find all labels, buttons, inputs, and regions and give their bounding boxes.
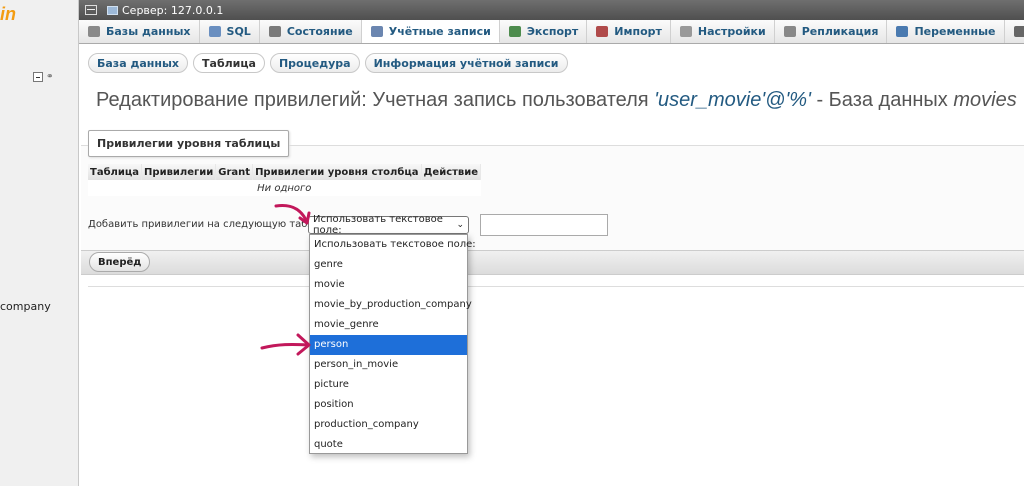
sql-icon bbox=[208, 26, 221, 37]
dropdown-option[interactable]: genre bbox=[310, 255, 467, 275]
account-name[interactable]: 'user_movie'@'%' bbox=[654, 89, 811, 111]
variables-icon bbox=[896, 26, 909, 37]
tab-sql[interactable]: SQL bbox=[200, 20, 260, 43]
server-label[interactable]: Сервер: 127.0.0.1 bbox=[122, 4, 223, 17]
tab-label: Настройки bbox=[697, 25, 766, 38]
import-icon bbox=[596, 26, 609, 37]
page-title: Редактирование привилегий: Учетная запис… bbox=[96, 89, 1017, 112]
dropdown-option[interactable]: person_in_movie bbox=[310, 355, 467, 375]
databases-icon bbox=[88, 26, 100, 37]
table-name-input[interactable] bbox=[480, 214, 608, 236]
empty-table-message: Ни одного bbox=[88, 180, 481, 196]
settings-wrench-icon bbox=[679, 26, 692, 37]
server-breadcrumb-bar: Сервер: 127.0.0.1 bbox=[79, 0, 1024, 20]
minimize-icon[interactable] bbox=[85, 5, 97, 15]
page: in ⚭ company Сервер: 127.0.0.1 Базы данн… bbox=[0, 0, 1024, 486]
subtab-2[interactable]: Процедура bbox=[269, 53, 360, 73]
dropdown-option[interactable]: movie_by_production_company bbox=[310, 295, 472, 315]
go-button[interactable]: Вперёд bbox=[89, 252, 151, 272]
dropdown-option[interactable]: position bbox=[310, 395, 467, 415]
tab-label: Переменные bbox=[914, 25, 996, 38]
tab-settings-wrench[interactable]: Настройки bbox=[671, 20, 775, 43]
left-navigation-panel: in ⚭ company bbox=[0, 0, 79, 486]
link-chain-icon[interactable]: ⚭ bbox=[46, 72, 54, 82]
app-logo[interactable]: in bbox=[0, 4, 16, 25]
tab-label: Импорт bbox=[614, 25, 662, 38]
server-icon bbox=[107, 5, 118, 15]
tab-label: SQL bbox=[226, 25, 251, 38]
fieldset-legend: Привилегии уровня таблицы bbox=[88, 130, 290, 157]
table-row: Ни одного bbox=[88, 180, 481, 196]
column-header[interactable]: Grant bbox=[215, 164, 254, 180]
annotation-arrow-icon bbox=[260, 333, 311, 356]
column-header[interactable]: Привилегии bbox=[141, 164, 217, 180]
dropdown-option[interactable]: Использовать текстовое поле: bbox=[310, 235, 476, 255]
database-name: movies bbox=[953, 89, 1017, 111]
divider bbox=[88, 286, 1024, 287]
tab-label: Учётные записи bbox=[388, 24, 491, 38]
privileges-table: Таблица Привилегии Grant Привилегии уровня … bbox=[88, 164, 482, 196]
tab-status[interactable]: Состояние bbox=[260, 20, 362, 43]
column-header[interactable]: Привилегии уровня столбца bbox=[252, 164, 422, 180]
table-select-dropdown: Использовать текстовое поле: genre movie mo… bbox=[309, 234, 476, 455]
page-title-prefix: Редактирование привилегий: Учетная запис… bbox=[96, 89, 655, 111]
tab-users[interactable]: Учётные записи bbox=[361, 20, 500, 43]
table-select[interactable]: Использовать текстовое поле: ⌄ bbox=[308, 214, 469, 236]
tab-label: Базы данных bbox=[106, 25, 191, 38]
table-select-value: Использовать текстовое поле: bbox=[313, 214, 443, 236]
form-footer bbox=[81, 250, 1024, 275]
tab-label: Состояние bbox=[286, 25, 353, 38]
tab-databases[interactable]: Базы данных bbox=[79, 20, 200, 43]
dropdown-option[interactable]: person bbox=[310, 335, 467, 355]
tab-label: Экспорт bbox=[526, 25, 579, 38]
replication-icon bbox=[783, 26, 796, 37]
subtab-0[interactable]: База данных bbox=[88, 53, 189, 73]
tab-replication[interactable]: Репликация bbox=[775, 20, 888, 43]
page-title-middle: - База данных bbox=[810, 89, 954, 111]
dropdown-option[interactable]: quote bbox=[310, 435, 467, 455]
column-header[interactable]: Таблица bbox=[88, 164, 143, 180]
table-header-row: Таблица Привилегии Grant Привилегии уровня … bbox=[88, 164, 482, 180]
subtab-1[interactable]: Таблица bbox=[193, 53, 265, 73]
tab-variables[interactable]: Переменные bbox=[887, 20, 1005, 43]
users-icon bbox=[370, 25, 383, 37]
collapse-icon[interactable] bbox=[33, 72, 43, 82]
collapse-all-button[interactable]: ⚭ bbox=[33, 72, 54, 82]
tab-label: Репликация bbox=[801, 25, 879, 38]
nav-tree-item[interactable]: company bbox=[0, 300, 51, 313]
subtab-3[interactable]: Информация учётной записи bbox=[364, 53, 568, 73]
column-header[interactable]: Действие bbox=[421, 164, 482, 180]
status-icon bbox=[268, 26, 281, 37]
dropdown-option[interactable]: movie_genre bbox=[310, 315, 467, 335]
sub-tabs: База данных Таблица Процедура Информация уч… bbox=[88, 53, 568, 73]
tab-charsets[interactable]: Кодировки bbox=[1005, 20, 1024, 43]
charsets-icon bbox=[1013, 26, 1024, 37]
dropdown-option[interactable]: production_company bbox=[310, 415, 467, 435]
export-icon bbox=[508, 26, 521, 37]
tab-import[interactable]: Импорт bbox=[587, 20, 671, 43]
chevron-down-icon: ⌄ bbox=[456, 220, 464, 230]
dropdown-option[interactable]: movie bbox=[310, 275, 467, 295]
annotation-arrow-icon bbox=[274, 204, 311, 225]
main-tabs: Базы данных SQL Состояние Учётные записи Экс… bbox=[79, 20, 1024, 44]
dropdown-option[interactable]: picture bbox=[310, 375, 467, 395]
tab-export[interactable]: Экспорт bbox=[500, 20, 588, 43]
